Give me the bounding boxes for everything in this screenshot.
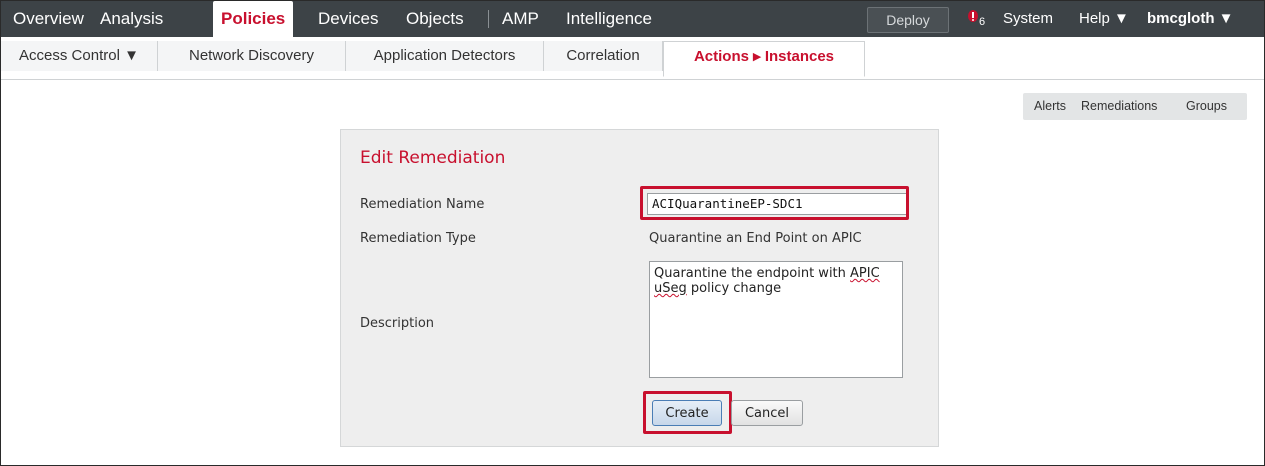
nav-objects[interactable]: Objects	[406, 1, 464, 37]
subtab-correlation[interactable]: Correlation	[544, 41, 663, 71]
deploy-button[interactable]: Deploy	[867, 7, 949, 33]
alert-count-badge: 6	[979, 16, 986, 28]
remediation-name-label: Remediation Name	[360, 197, 485, 212]
description-spellcheck-word: uSeg	[654, 281, 687, 296]
edit-remediation-panel: Edit Remediation Remediation Name ACIQua…	[340, 129, 939, 447]
subtab-actions-instances[interactable]: Actions ▸ Instances	[663, 41, 865, 77]
subtab-access-control[interactable]: Access Control ▼	[1, 41, 158, 71]
description-label: Description	[360, 316, 435, 331]
action-type-tabs: Alerts Remediations Groups	[1023, 93, 1247, 120]
description-text-part: policy change	[686, 281, 782, 296]
subtab-network-discovery[interactable]: Network Discovery	[158, 41, 346, 71]
nav-system[interactable]: System	[1003, 1, 1053, 37]
nav-user-menu[interactable]: bmcgloth ▼	[1147, 1, 1234, 37]
description-textarea[interactable]: Quarantine the endpoint with APIC uSeg p…	[649, 261, 903, 378]
nav-policies[interactable]: Policies	[213, 1, 294, 41]
subtab-application-detectors[interactable]: Application Detectors	[346, 41, 544, 71]
panel-title: Edit Remediation	[360, 148, 506, 168]
tab-groups[interactable]: Groups	[1186, 93, 1227, 120]
description-spellcheck-word: APIC	[850, 266, 880, 281]
remediation-type-value: Quarantine an End Point on APIC	[649, 231, 862, 246]
tab-remediations[interactable]: Remediations	[1081, 93, 1157, 120]
nav-devices[interactable]: Devices	[318, 1, 378, 37]
nav-separator	[488, 10, 489, 28]
remediation-type-label: Remediation Type	[360, 231, 476, 246]
highlight-box-create	[643, 391, 732, 434]
tab-alerts[interactable]: Alerts	[1034, 93, 1066, 120]
nav-overview[interactable]: Overview	[13, 1, 84, 37]
app-frame: Overview Analysis Policies Devices Objec…	[0, 0, 1265, 466]
description-text-part: Quarantine the endpoint with	[654, 266, 851, 281]
sub-nav-bar: Access Control ▼ Network Discovery Appli…	[1, 37, 1264, 80]
highlight-box-name	[640, 186, 909, 220]
alert-icon[interactable]	[967, 10, 979, 26]
top-nav-bar: Overview Analysis Policies Devices Objec…	[1, 1, 1264, 41]
nav-help[interactable]: Help ▼	[1079, 1, 1129, 37]
nav-intelligence[interactable]: Intelligence	[566, 1, 652, 37]
cancel-button[interactable]: Cancel	[731, 400, 803, 426]
nav-analysis[interactable]: Analysis	[100, 1, 163, 37]
nav-amp[interactable]: AMP	[502, 1, 539, 37]
